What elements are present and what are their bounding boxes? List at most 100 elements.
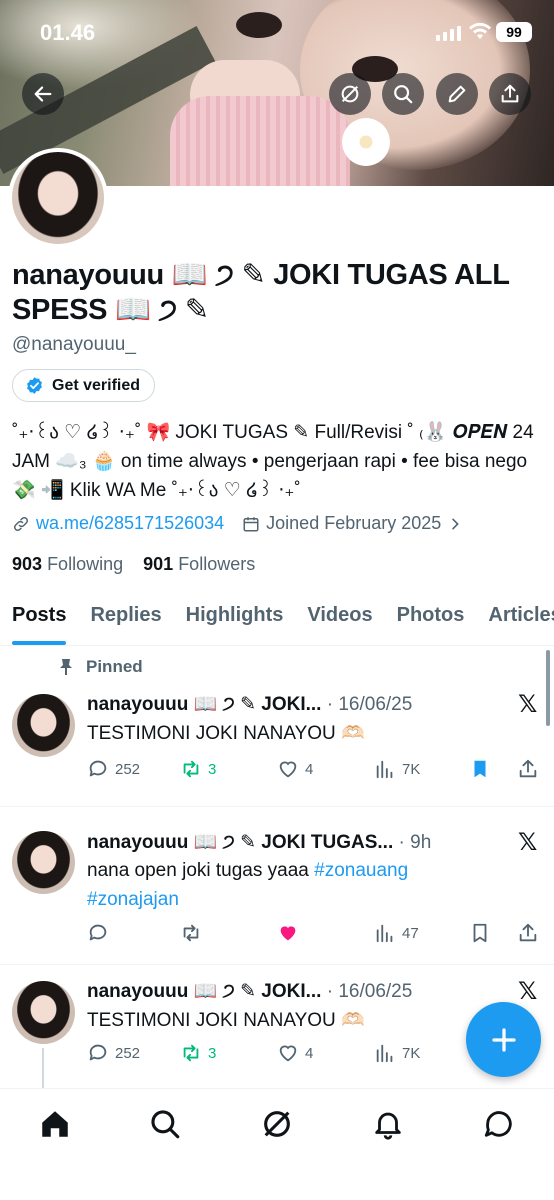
- following-count: 903: [12, 554, 43, 574]
- search-icon[interactable]: [148, 1107, 182, 1141]
- post-header: nanayouuu 📖 ੭ ✎ JOKI... · 16/06/25: [87, 692, 507, 716]
- profile-link[interactable]: wa.me/6285171526034: [36, 513, 224, 534]
- share-post-button[interactable]: [517, 758, 539, 780]
- chevron-right-icon[interactable]: [447, 516, 463, 532]
- like-button[interactable]: [277, 922, 305, 944]
- grok-icon: [341, 85, 359, 103]
- reply-count: 252: [115, 760, 141, 778]
- post-author[interactable]: nanayouuu 📖 ੭ ✎ JOKI...: [87, 981, 321, 1002]
- repost-button[interactable]: [180, 922, 208, 944]
- views-button[interactable]: 7K: [374, 758, 420, 780]
- home-icon[interactable]: [38, 1107, 72, 1141]
- avatar[interactable]: [12, 694, 75, 757]
- grok-button[interactable]: [329, 73, 371, 115]
- repost-button[interactable]: 3: [180, 758, 216, 780]
- like-button[interactable]: 4: [277, 1042, 313, 1064]
- hashtag-link[interactable]: #zonauang: [314, 860, 408, 881]
- post-header: nanayouuu 📖 ੭ ✎ JOKI... · 16/06/25: [87, 979, 507, 1003]
- x-logo-icon: 𝕏: [518, 691, 538, 718]
- post-time: · 9h: [398, 832, 432, 853]
- views-button[interactable]: 47: [374, 922, 419, 944]
- reply-button[interactable]: 252: [87, 1042, 140, 1064]
- reply-icon: [89, 924, 107, 941]
- profile-joined: Joined February 2025: [266, 513, 442, 533]
- reply-icon: [89, 760, 107, 777]
- message-icon[interactable]: [482, 1107, 516, 1141]
- back-button[interactable]: [22, 73, 64, 115]
- followers-link[interactable]: 901 Followers: [143, 554, 255, 574]
- search-icon: [394, 85, 413, 104]
- compose-button[interactable]: [466, 1002, 541, 1077]
- views-icon: [376, 1044, 393, 1063]
- following-link[interactable]: 903 Following: [12, 554, 123, 574]
- get-verified-button[interactable]: Get verified: [12, 369, 156, 402]
- share-button[interactable]: [489, 73, 531, 115]
- hashtag-link[interactable]: #zonajajan: [87, 889, 179, 910]
- views-button[interactable]: 7K: [374, 1042, 420, 1064]
- tab-videos[interactable]: Videos: [295, 592, 384, 645]
- status-time: 01.46: [40, 20, 96, 45]
- share-post-button[interactable]: [517, 922, 539, 944]
- tab-posts[interactable]: Posts: [0, 592, 78, 645]
- banner-sleeve: [170, 96, 350, 186]
- x-logo-icon: 𝕏: [518, 978, 538, 1005]
- repost-button[interactable]: 3: [180, 1042, 216, 1064]
- repost-count: 3: [208, 1044, 217, 1062]
- views-icon: [376, 760, 393, 779]
- bell-icon[interactable]: [371, 1107, 405, 1141]
- pinned-indicator: Pinned: [58, 657, 143, 677]
- avatar[interactable]: [12, 981, 75, 1044]
- edit-button[interactable]: [436, 73, 478, 115]
- bookmark-button[interactable]: [469, 758, 491, 780]
- tab-replies[interactable]: Replies: [78, 592, 173, 645]
- plus-icon: [491, 1027, 516, 1052]
- reply-button[interactable]: [87, 922, 115, 944]
- post-text-body: nana open joki tugas yaaa: [87, 860, 309, 881]
- like-count: 4: [305, 760, 314, 778]
- post-text: nana open joki tugas yaaa #zonauang #zon…: [87, 856, 507, 914]
- share-icon: [501, 84, 519, 103]
- post-item[interactable]: Pinned nanayouuu 📖 ੭ ✎ JOKI... · 16/06/2…: [0, 647, 554, 807]
- tab-highlights[interactable]: Highlights: [174, 592, 296, 645]
- reply-icon: [89, 1044, 107, 1061]
- tab-articles[interactable]: Articles: [476, 592, 554, 645]
- post-text: TESTIMONI JOKI NANAYOU 🫶🏻: [87, 723, 365, 744]
- profile-name: nanayouuu 📖 ੭ ✎ JOKI TUGAS ALL SPESS 📖 ੭…: [12, 259, 510, 326]
- repost-icon: [183, 924, 199, 942]
- repost-icon: [183, 1044, 199, 1062]
- profile-counts: 903 Following 901 Followers: [12, 554, 255, 575]
- post-actions: 252 3 4 7K: [87, 758, 543, 786]
- post-text: TESTIMONI JOKI NANAYOU 🫶🏻: [87, 1010, 365, 1031]
- get-verified-label: Get verified: [52, 376, 141, 394]
- post-header: nanayouuu 📖 ੭ ✎ JOKI TUGAS... · 9h: [87, 830, 507, 854]
- profile-meta: wa.me/6285171526034 Joined February 2025: [12, 513, 463, 534]
- search-button[interactable]: [382, 73, 424, 115]
- share-icon: [519, 923, 537, 942]
- post-item[interactable]: nanayouuu 📖 ੭ ✎ JOKI TUGAS... · 9h 𝕏 nan…: [0, 808, 554, 965]
- calendar-icon: [243, 516, 259, 531]
- post-time: · 16/06/25: [326, 694, 413, 715]
- views-count: 47: [402, 924, 419, 942]
- post-author[interactable]: nanayouuu 📖 ੭ ✎ JOKI...: [87, 694, 321, 715]
- post-actions: 47: [87, 922, 543, 950]
- heart-filled-icon: [280, 926, 296, 941]
- profile-avatar[interactable]: [8, 148, 108, 248]
- pin-icon: [60, 659, 72, 675]
- share-icon: [519, 759, 537, 778]
- bookmark-button[interactable]: [469, 922, 491, 944]
- following-label: Following: [47, 554, 124, 574]
- reply-button[interactable]: 252: [87, 758, 140, 780]
- battery-icon: 99: [496, 22, 532, 42]
- like-button[interactable]: 4: [277, 758, 313, 780]
- repost-icon: [183, 760, 199, 778]
- heart-icon: [279, 761, 297, 778]
- grok-icon[interactable]: [260, 1107, 294, 1141]
- profile-bio: ˚₊‧꒰ა ♡ ໒꒱ ‧₊˚ 🎀 JOKI TUGAS ✎ Full/Revis…: [12, 422, 534, 501]
- wifi-icon: [469, 22, 491, 39]
- post-author[interactable]: nanayouuu 📖 ੭ ✎ JOKI TUGAS...: [87, 832, 393, 853]
- bookmark-icon: [473, 923, 487, 943]
- tab-photos[interactable]: Photos: [385, 592, 477, 645]
- pinned-label: Pinned: [86, 657, 143, 676]
- bottom-nav: [0, 1088, 554, 1200]
- avatar[interactable]: [12, 831, 75, 894]
